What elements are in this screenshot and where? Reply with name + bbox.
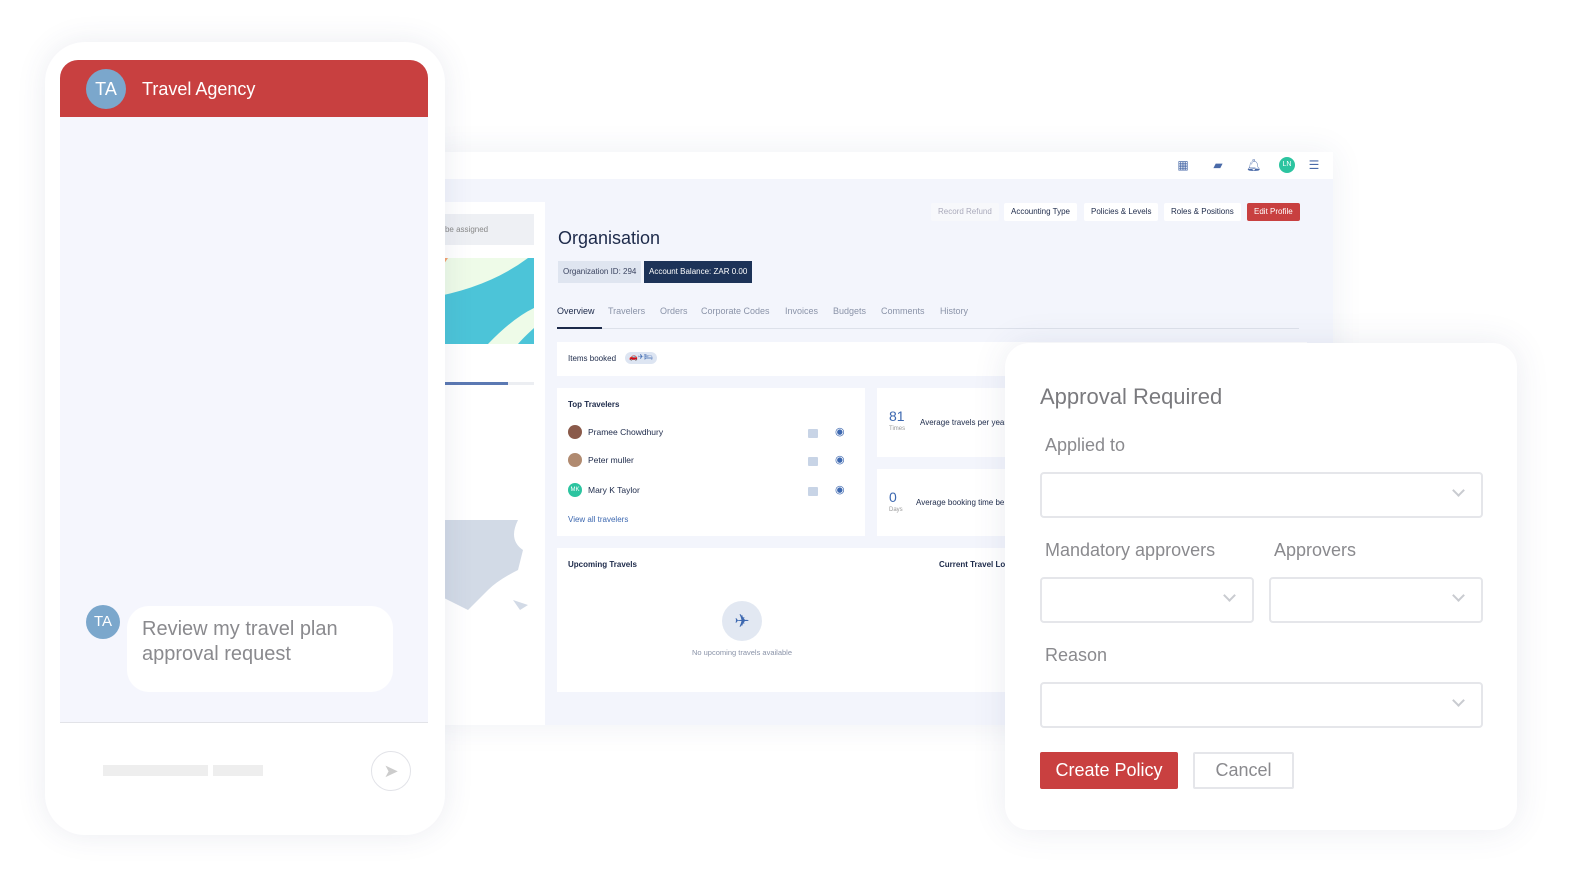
traveler-row: Pramee Chowdhury ◉ (568, 425, 848, 441)
divider (60, 722, 428, 723)
stat-value: 81 (889, 408, 905, 424)
tab-corporate-codes[interactable]: Corporate Codes (701, 306, 770, 316)
tab-divider (557, 328, 1299, 329)
chat-header: TA Travel Agency (60, 60, 428, 117)
active-tab-indicator (557, 327, 602, 329)
mandatory-approvers-label: Mandatory approvers (1045, 540, 1216, 560)
eye-icon[interactable]: ◉ (835, 453, 845, 466)
upcoming-travels-card: Upcoming Travels Current Travel Lo ✈ No … (557, 548, 1017, 692)
chevron-down-icon (1452, 589, 1465, 602)
approvers-label: Approvers (1274, 540, 1357, 560)
user-avatar[interactable]: LN (1279, 157, 1295, 173)
approvers-select[interactable] (1269, 577, 1483, 623)
chevron-down-icon (1452, 694, 1465, 707)
plane-icon: ✈ (722, 601, 762, 641)
message-input[interactable] (86, 751, 356, 790)
record-refund-button[interactable]: Record Refund (931, 203, 999, 221)
menu-list-icon[interactable]: ☰ (1307, 158, 1321, 172)
tab-budgets[interactable]: Budgets (833, 306, 866, 316)
tab-travelers[interactable]: Travelers (608, 306, 645, 316)
avatar (568, 453, 582, 467)
top-travelers-card: Top Travelers Pramee Chowdhury ◉ Peter m… (557, 388, 865, 536)
stat-unit: Times (889, 426, 906, 432)
tab-history[interactable]: History (940, 306, 968, 316)
stat-value: 0 (889, 489, 897, 505)
accounting-type-button[interactable]: Accounting Type (1004, 203, 1078, 221)
chat-title: Travel Agency (142, 79, 256, 99)
approval-dialog: Approval Required Applied to Mandatory a… (1005, 343, 1517, 830)
sender-avatar: TA (86, 605, 120, 639)
top-bar: ▦ ▰ 🔔︎ LN ☰ (428, 152, 1333, 179)
cancel-button[interactable]: Cancel (1193, 752, 1294, 789)
create-policy-button[interactable]: Create Policy (1040, 752, 1178, 789)
sidebar-card: : To be assigned (428, 202, 545, 725)
roles-positions-button[interactable]: Roles & Positions (1164, 203, 1241, 221)
avatar: MK (568, 483, 582, 497)
traveler-name: Pramee Chowdhury (588, 427, 664, 437)
stat-label: Average travels per year (920, 418, 1008, 427)
empty-state-text: No upcoming travels available (691, 648, 793, 657)
applied-to-label: Applied to (1045, 435, 1126, 455)
placeholder-bar (103, 765, 208, 776)
view-all-travelers-link[interactable]: View all travelers (568, 515, 628, 524)
upcoming-title: Upcoming Travels (568, 560, 637, 569)
chat-message: Review my travel plan approval request (127, 606, 393, 692)
agency-avatar: TA (86, 69, 126, 109)
page-title: Organisation (558, 228, 661, 248)
dialog-title: Approval Required (1040, 384, 1223, 409)
mandatory-approvers-select[interactable] (1040, 577, 1254, 623)
items-booked-label: Items booked (568, 354, 617, 363)
message-icon[interactable] (808, 457, 818, 466)
chevron-down-icon (1223, 589, 1236, 602)
tab-orders[interactable]: Orders (660, 306, 688, 316)
stat-unit: Days (889, 507, 903, 513)
tab-invoices[interactable]: Invoices (785, 306, 818, 316)
chevron-down-icon (1452, 484, 1465, 497)
tab-comments[interactable]: Comments (881, 306, 925, 316)
edit-profile-button[interactable]: Edit Profile (1247, 203, 1300, 221)
traveler-name: Peter muller (588, 455, 634, 465)
applied-to-select[interactable] (1040, 472, 1483, 518)
reason-select[interactable] (1040, 682, 1483, 728)
apps-grid-icon[interactable]: ▦ (1176, 158, 1190, 172)
message-icon[interactable] (808, 487, 818, 496)
current-location-title: Current Travel Lo (939, 560, 1006, 569)
avatar (568, 425, 582, 439)
eye-icon[interactable]: ◉ (835, 483, 845, 496)
message-icon[interactable] (808, 429, 818, 438)
balance-badge: Account Balance: ZAR 0.00 (644, 261, 753, 283)
stat-label: Average booking time be (916, 498, 1005, 507)
booked-type-icons: 🚗✈🛏 (625, 352, 657, 364)
traveler-row: MK Mary K Taylor ◉ (568, 483, 848, 499)
stat-card: 81 Times Average travels per year (877, 388, 1017, 457)
traveler-name: Mary K Taylor (588, 485, 640, 495)
bell-icon[interactable]: 🔔︎ (1246, 158, 1261, 172)
send-button[interactable]: ➤ (371, 751, 411, 791)
traveler-row: Peter muller ◉ (568, 453, 848, 469)
reason-label: Reason (1045, 645, 1108, 665)
stat-card: 0 Days Average booking time be (877, 469, 1017, 536)
policies-levels-button[interactable]: Policies & Levels (1084, 203, 1159, 221)
tab-overview[interactable]: Overview (557, 306, 595, 316)
placeholder-bar (213, 765, 263, 776)
org-id-badge: Organization ID: 294 (558, 261, 642, 283)
top-travelers-title: Top Travelers (568, 400, 620, 409)
chat-icon[interactable]: ▰ (1211, 158, 1225, 172)
eye-icon[interactable]: ◉ (835, 425, 845, 438)
